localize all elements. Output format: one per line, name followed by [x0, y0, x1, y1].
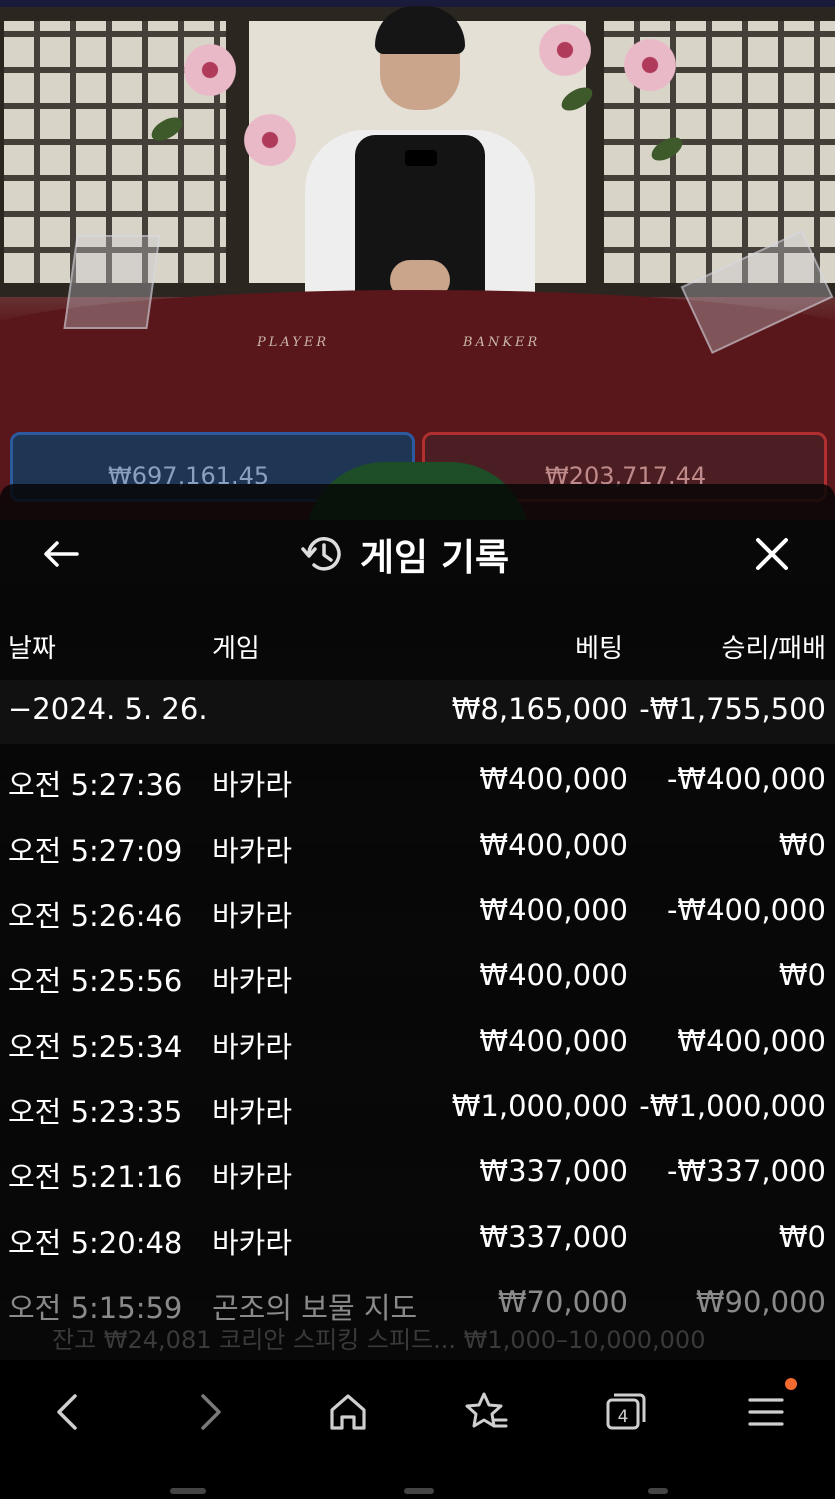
table-row[interactable]: 오전 5:25:56 바카라 ₩400,000 ₩0 [0, 946, 835, 1010]
table-row[interactable]: 오전 5:27:09 바카라 ₩400,000 ₩0 [0, 816, 835, 880]
system-back-gesture[interactable] [648, 1488, 668, 1494]
table-row[interactable]: 오전 5:21:16 바카라 ₩337,000 -₩337,000 [0, 1142, 835, 1206]
row-time: 오전 5:23:35 [8, 1095, 183, 1129]
table-label-player: PLAYER [257, 335, 330, 350]
row-bet: ₩337,000 [479, 1154, 628, 1188]
dealer [305, 6, 535, 330]
system-home-gesture[interactable] [404, 1488, 434, 1494]
star-list-icon [465, 1392, 508, 1428]
balance-footer-behind: 잔고 ₩24,081 코리안 스피킹 스피드... ₩1,000–10,000,… [52, 1326, 706, 1354]
flower-decoration [240, 110, 300, 170]
row-game: 바카라 [212, 834, 293, 868]
row-bet: ₩400,000 [479, 958, 628, 992]
tabs-count: 4 [618, 1407, 629, 1427]
home-icon [330, 1394, 366, 1430]
close-button[interactable] [748, 530, 796, 578]
browser-back-button[interactable] [40, 1384, 96, 1440]
flower-decoration [535, 20, 595, 80]
card-shoe [63, 235, 161, 329]
row-game: 바카라 [212, 899, 293, 933]
date-group-row[interactable]: −2024. 5. 26. ₩8,165,000 -₩1,755,500 [0, 680, 835, 744]
row-bet: ₩400,000 [479, 828, 628, 862]
flower-decoration [620, 35, 680, 95]
row-time: 오전 5:26:46 [8, 899, 183, 933]
arrow-left-icon [44, 541, 79, 567]
row-bet: ₩400,000 [479, 1024, 628, 1058]
page-title: 게임 기록 [360, 536, 510, 579]
browser-nav-bar [0, 1360, 835, 1499]
row-time: 오전 5:20:48 [8, 1226, 183, 1260]
row-bet: ₩400,000 [479, 893, 628, 927]
column-header-win-loss: 승리/패배 [721, 634, 826, 664]
tabs-icon: 4 [606, 1393, 646, 1430]
menu-button[interactable] [738, 1384, 794, 1440]
history-clock-icon [301, 537, 341, 571]
group-win-loss-total: -₩1,755,500 [639, 692, 826, 726]
row-time: 오전 5:25:56 [8, 964, 183, 998]
bookmarks-button[interactable] [458, 1384, 514, 1440]
row-game: 바카라 [212, 1095, 293, 1129]
browser-forward-button[interactable] [182, 1384, 238, 1440]
chevron-right-icon [201, 1394, 221, 1430]
table-row[interactable]: 오전 5:27:36 바카라 ₩400,000 -₩400,000 [0, 750, 835, 814]
row-result: -₩337,000 [666, 1154, 826, 1188]
row-result: ₩0 [778, 828, 826, 862]
row-time: 오전 5:25:34 [8, 1030, 183, 1064]
row-result: ₩0 [778, 1220, 826, 1254]
chevron-left-icon [57, 1394, 77, 1430]
row-result: ₩400,000 [677, 1024, 826, 1058]
row-result: -₩1,000,000 [639, 1089, 826, 1123]
sheet-header: 게임 기록 [300, 524, 509, 584]
column-header-bet: 베팅 [575, 634, 623, 664]
column-header-date: 날짜 [8, 634, 56, 664]
row-game: 바카라 [212, 964, 293, 998]
table-row[interactable]: 오전 5:23:35 바카라 ₩1,000,000 -₩1,000,000 [0, 1077, 835, 1141]
row-game: 바카라 [212, 1160, 293, 1194]
row-bet: ₩70,000 [497, 1285, 628, 1319]
table-row[interactable]: 오전 5:20:48 바카라 ₩337,000 ₩0 [0, 1208, 835, 1272]
row-result: ₩90,000 [695, 1285, 826, 1319]
row-bet: ₩1,000,000 [451, 1089, 628, 1123]
row-time: 오전 5:27:36 [8, 768, 183, 802]
back-button[interactable] [36, 532, 86, 576]
row-time: 오전 5:27:09 [8, 834, 183, 868]
menu-icon [748, 1398, 784, 1426]
row-game: 바카라 [212, 1030, 293, 1064]
row-time: 오전 5:21:16 [8, 1160, 183, 1194]
group-bet-total: ₩8,165,000 [451, 692, 628, 726]
close-icon [756, 538, 788, 570]
tabs-button[interactable]: 4 [598, 1384, 654, 1440]
row-result: ₩0 [778, 958, 826, 992]
home-button[interactable] [320, 1384, 376, 1440]
row-result: -₩400,000 [666, 762, 826, 796]
row-game: 바카라 [212, 768, 293, 802]
row-bet: ₩337,000 [479, 1220, 628, 1254]
row-bet: ₩400,000 [479, 762, 628, 796]
flower-decoration [180, 40, 240, 100]
table-row[interactable]: 오전 5:26:46 바카라 ₩400,000 -₩400,000 [0, 881, 835, 945]
table-label-banker: BANKER [463, 335, 541, 350]
table-row[interactable]: 오전 5:25:34 바카라 ₩400,000 ₩400,000 [0, 1012, 835, 1076]
live-video-stream: PLAYER BANKER ₩697,161.45 ₩203,717.44 [0, 0, 835, 520]
group-date: −2024. 5. 26. [8, 692, 208, 726]
system-recents-gesture[interactable] [170, 1488, 206, 1494]
row-result: -₩400,000 [666, 893, 826, 927]
notification-dot [785, 1378, 797, 1390]
row-game: 바카라 [212, 1226, 293, 1260]
column-header-game: 게임 [212, 634, 260, 664]
